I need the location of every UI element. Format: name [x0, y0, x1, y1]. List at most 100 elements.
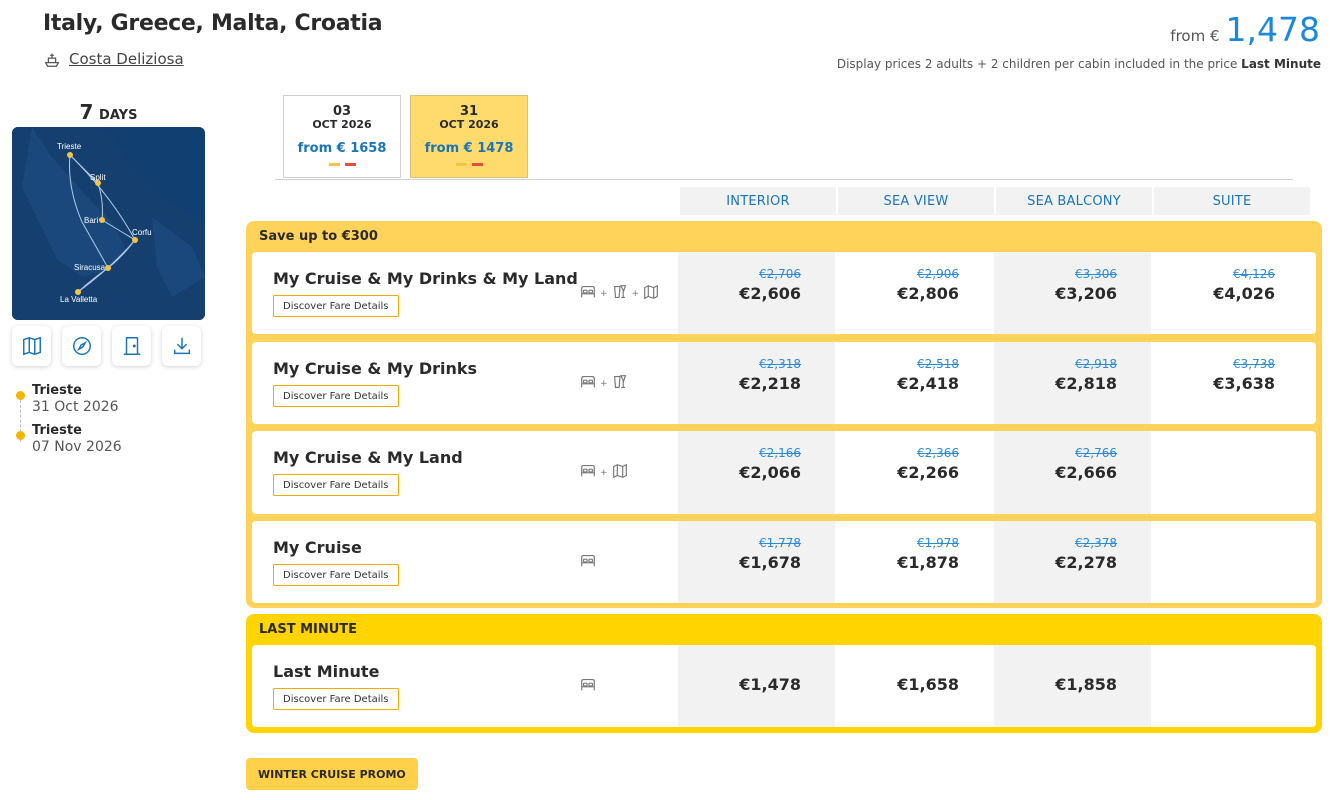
map-icon — [22, 336, 41, 356]
days-unit: DAYS — [99, 108, 138, 123]
stop-date: 31 Oct 2026 — [32, 399, 119, 415]
current-price: €2,218 — [739, 374, 801, 393]
price-cell-sea-view[interactable]: €2,906 €2,806 — [836, 252, 993, 334]
stop-date: 07 Nov 2026 — [32, 439, 122, 455]
fare-row: €2,706 €2,606 €2,906 €2,806 €3,306 €3,206 €4,1… — [252, 252, 1316, 334]
drink-icon — [611, 283, 629, 304]
ship-link[interactable]: Costa Deliziosa — [43, 50, 184, 68]
bed-icon — [579, 462, 597, 483]
price-cell-interior[interactable]: €2,318 €2,218 — [678, 342, 835, 424]
fare-name: Last Minute — [273, 662, 380, 681]
price-cell-sea-balcony[interactable]: €3,306 €3,206 — [994, 252, 1151, 334]
fare-row: €2,318 €2,218 €2,518 €2,418 €2,918 €2,818 €3,7… — [252, 342, 1316, 424]
old-price: €1,978 — [917, 536, 959, 550]
stop-dot — [16, 431, 25, 440]
price-cell-interior[interactable]: €1,478 — [678, 645, 835, 727]
date-day: 03 — [332, 104, 352, 119]
discover-fare-details-button[interactable]: Discover Fare Details — [273, 688, 399, 710]
fare-inclusions — [579, 676, 597, 697]
ship-name: Costa Deliziosa — [69, 50, 184, 68]
price-cell-interior[interactable]: €1,778 €1,678 — [678, 521, 835, 603]
from-price-block: from € 1,478 — [1170, 10, 1320, 49]
departure-date-selector: 03 OCT 2026 from € 1658 31 OCT 2026 from… — [283, 95, 528, 178]
door-icon — [123, 337, 140, 355]
date-price: from € 1478 — [424, 141, 514, 156]
fare-inclusions — [579, 552, 597, 573]
cabin-button[interactable] — [112, 326, 151, 366]
price-cell-suite — [1152, 521, 1309, 603]
plus-separator: + — [600, 378, 608, 389]
price-cell-sea-view[interactable]: €2,518 €2,418 — [836, 342, 993, 424]
current-price: €1,858 — [1055, 675, 1117, 694]
price-cell-sea-view[interactable]: €1,658 — [836, 645, 993, 727]
current-price: €2,606 — [739, 284, 801, 303]
stop-port: Trieste — [32, 423, 82, 438]
price-cell-sea-view[interactable]: €2,366 €2,266 — [836, 431, 993, 514]
price-cell-suite — [1152, 645, 1309, 727]
price-cell-sea-balcony[interactable]: €1,858 — [994, 645, 1151, 727]
from-price: 1,478 — [1225, 10, 1320, 49]
column-header-sea-view: SEA VIEW — [838, 187, 994, 215]
date-day: 31 — [459, 104, 479, 119]
map-port-label: Corfu — [132, 228, 152, 237]
fare-group-last-minute: LAST MINUTE €1,478 €1,658 €1,858 Last Minut… — [246, 614, 1322, 733]
itinerary-actions — [12, 326, 201, 366]
current-price: €2,266 — [897, 463, 959, 482]
current-price: €2,806 — [897, 284, 959, 303]
price-cell-interior[interactable]: €2,166 €2,066 — [678, 431, 835, 514]
price-cell-suite[interactable]: €4,126 €4,026 — [1152, 252, 1309, 334]
bed-icon — [579, 676, 597, 697]
date-card-selected[interactable]: 31 OCT 2026 from € 1478 — [410, 95, 528, 178]
days-number: 7 — [79, 100, 94, 124]
fare-row: €2,166 €2,066 €2,366 €2,266 €2,766 €2,666 My C… — [252, 431, 1316, 514]
drink-icon — [611, 373, 629, 394]
old-price: €2,378 — [1075, 536, 1117, 550]
ship-icon — [44, 53, 60, 67]
fare-group-save: Save up to €300 €2,706 €2,606 €2,906 €2,806… — [246, 221, 1322, 608]
column-header-interior: INTERIOR — [680, 187, 836, 215]
promo-badge[interactable]: WINTER CRUISE PROMO — [246, 758, 418, 790]
current-price: €2,066 — [739, 463, 801, 482]
route-map[interactable]: Trieste Split Bari Corfu Siracusa La Val… — [12, 127, 205, 320]
column-header-sea-balcony: SEA BALCONY — [996, 187, 1152, 215]
old-price: €2,518 — [917, 357, 959, 371]
date-card[interactable]: 03 OCT 2026 from € 1658 — [283, 95, 401, 178]
date-price: from € 1658 — [297, 141, 387, 156]
current-price: €3,638 — [1213, 374, 1275, 393]
compass-button[interactable] — [62, 326, 101, 366]
current-price: €1,478 — [739, 675, 801, 694]
download-button[interactable] — [162, 326, 201, 366]
current-price: €1,678 — [739, 553, 801, 572]
page-title: Italy, Greece, Malta, Croatia — [43, 11, 383, 36]
price-cell-sea-balcony[interactable]: €2,766 €2,666 — [994, 431, 1151, 514]
date-month: OCT 2026 — [439, 118, 499, 131]
current-price: €1,658 — [897, 675, 959, 694]
price-cell-sea-balcony[interactable]: €2,378 €2,278 — [994, 521, 1151, 603]
fare-inclusions: + + — [579, 283, 660, 304]
price-cell-sea-view[interactable]: €1,978 €1,878 — [836, 521, 993, 603]
bed-icon — [579, 552, 597, 573]
fare-name: My Cruise & My Drinks & My Land — [273, 269, 578, 288]
price-cell-suite — [1152, 431, 1309, 514]
old-price: €3,306 — [1075, 267, 1117, 281]
map-port-label: Trieste — [57, 142, 82, 151]
compass-icon — [72, 337, 91, 355]
price-cell-suite[interactable]: €3,738 €3,638 — [1152, 342, 1309, 424]
discover-fare-details-button[interactable]: Discover Fare Details — [273, 385, 399, 407]
fare-inclusions: + — [579, 373, 629, 394]
availability-bars — [411, 163, 527, 166]
map-icon — [611, 462, 629, 483]
price-cell-sea-balcony[interactable]: €2,918 €2,818 — [994, 342, 1151, 424]
old-price: €1,778 — [759, 536, 801, 550]
from-label: from € — [1170, 27, 1220, 45]
display-prices-note: Display prices 2 adults + 2 children per… — [836, 57, 1321, 71]
discover-fare-details-button[interactable]: Discover Fare Details — [273, 474, 399, 496]
map-button[interactable] — [12, 326, 51, 366]
discover-fare-details-button[interactable]: Discover Fare Details — [273, 295, 399, 317]
discover-fare-details-button[interactable]: Discover Fare Details — [273, 564, 399, 586]
old-price: €2,906 — [917, 267, 959, 281]
plus-separator: + — [600, 288, 608, 299]
price-cell-interior[interactable]: €2,706 €2,606 — [678, 252, 835, 334]
itinerary-list: Trieste 31 Oct 2026 Trieste 07 Nov 2026 — [16, 383, 122, 463]
old-price: €2,766 — [1075, 446, 1117, 460]
